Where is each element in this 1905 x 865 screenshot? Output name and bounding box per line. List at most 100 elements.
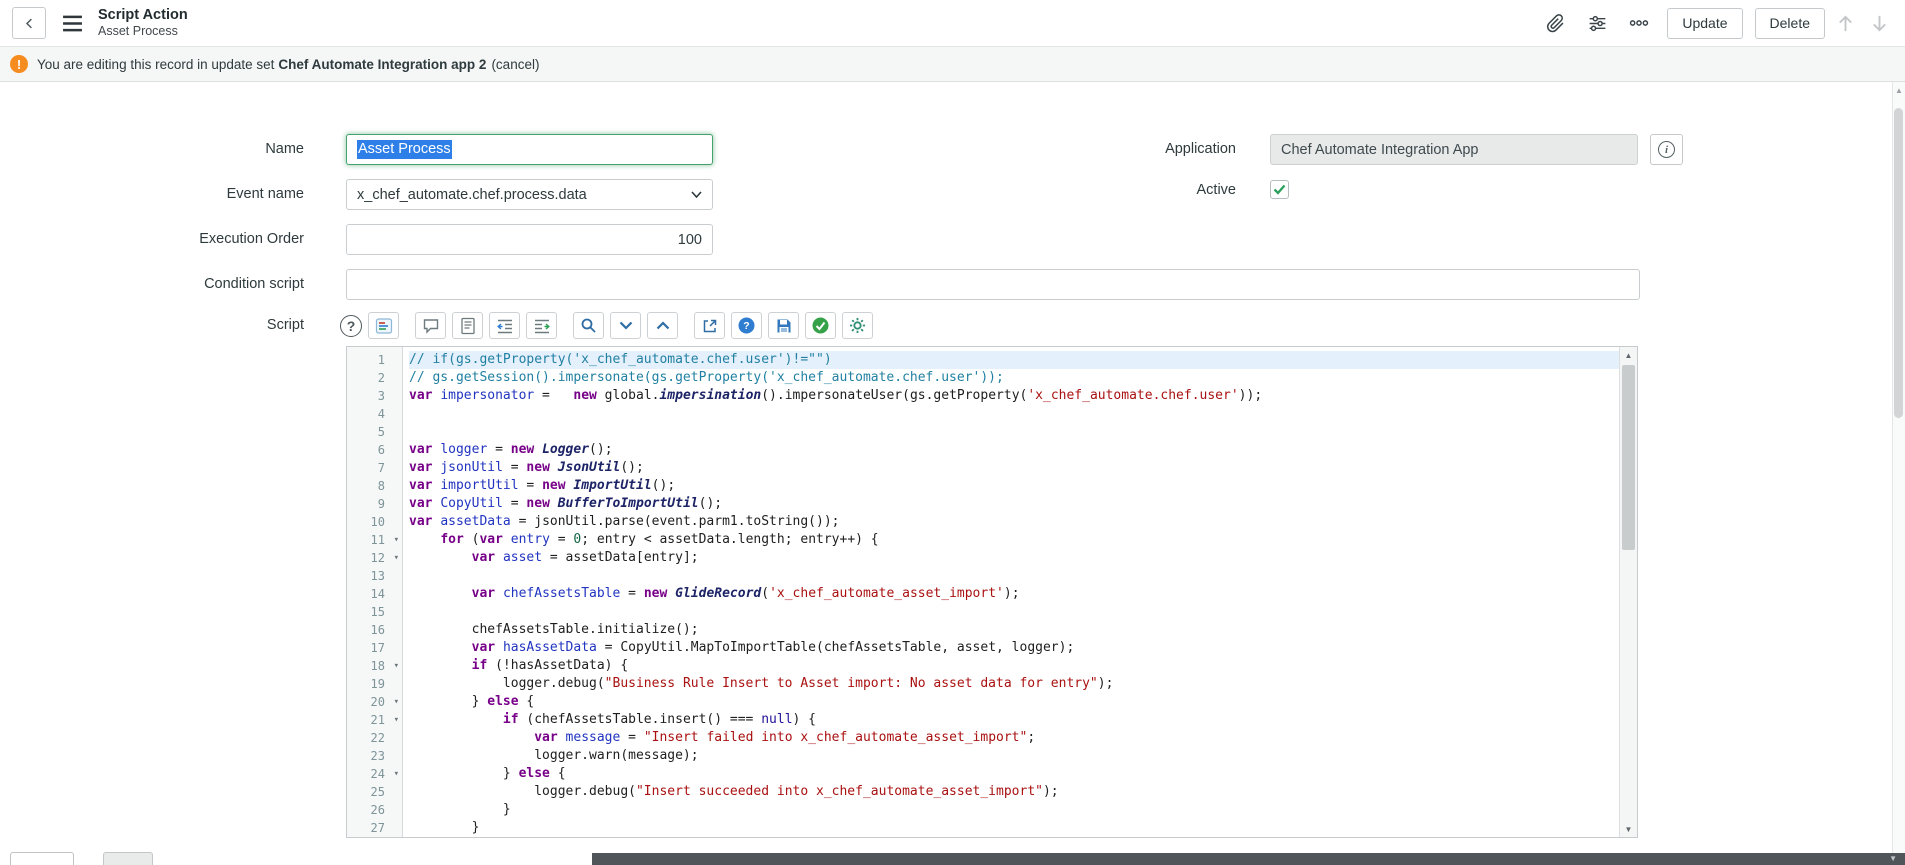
code-line[interactable]: var impersonator = new global.impersinat…	[409, 387, 1619, 405]
toggle-comment-icon[interactable]	[415, 312, 446, 339]
code-line[interactable]: var jsonUtil = new JsonUtil();	[409, 459, 1619, 477]
gutter-line-number[interactable]: 22	[347, 729, 402, 747]
indent-right-icon[interactable]	[526, 312, 557, 339]
syntax-check-icon[interactable]	[805, 312, 836, 339]
code-line[interactable]: logger.warn(message);	[409, 747, 1619, 765]
code-line[interactable]: var asset = assetData[entry];	[409, 549, 1619, 567]
form-settings-icon[interactable]	[1581, 8, 1613, 38]
gutter-line-number[interactable]: 10	[347, 513, 402, 531]
delete-button[interactable]: Delete	[1755, 8, 1825, 39]
gutter-line-number[interactable]: 24▾	[347, 765, 402, 783]
code-line[interactable]: var importUtil = new ImportUtil();	[409, 477, 1619, 495]
gutter-line-number[interactable]: 1	[347, 351, 402, 369]
code-line[interactable]: } else {	[409, 693, 1619, 711]
gutter-line-number[interactable]: 4	[347, 405, 402, 423]
fold-toggle-icon[interactable]: ▾	[394, 531, 399, 549]
code-line[interactable]: var chefAssetsTable = new GlideRecord('x…	[409, 585, 1619, 603]
search-icon[interactable]	[573, 312, 604, 339]
event-name-select[interactable]: x_chef_automate.chef.process.data	[346, 179, 713, 210]
page-scrollbar[interactable]: ▲	[1892, 82, 1905, 865]
scroll-down-icon[interactable]: ▼	[1620, 821, 1637, 837]
bottom-scroll-down-icon[interactable]: ▼	[1889, 853, 1897, 865]
gutter-line-number[interactable]: 20▾	[347, 693, 402, 711]
fold-toggle-icon[interactable]: ▾	[394, 693, 399, 711]
code-line[interactable]	[409, 423, 1619, 441]
gutter-line-number[interactable]: 26	[347, 801, 402, 819]
fold-toggle-icon[interactable]: ▾	[394, 711, 399, 729]
editor-scrollbar-thumb[interactable]	[1622, 365, 1635, 550]
code-line[interactable]	[409, 567, 1619, 585]
code-line[interactable]: chefAssetsTable.initialize();	[409, 621, 1619, 639]
gutter-line-number[interactable]: 17	[347, 639, 402, 657]
code-line[interactable]: }	[409, 801, 1619, 819]
fold-toggle-icon[interactable]: ▾	[394, 657, 399, 675]
code-line[interactable]: var CopyUtil = new BufferToImportUtil();	[409, 495, 1619, 513]
code-line[interactable]: // if(gs.getProperty('x_chef_automate.ch…	[409, 351, 1619, 369]
cancel-link[interactable]: (cancel)	[491, 57, 539, 72]
gutter-line-number[interactable]: 13	[347, 567, 402, 585]
gutter-line-number[interactable]: 15	[347, 603, 402, 621]
previous-record-icon[interactable]	[1831, 8, 1859, 38]
gutter-line-number[interactable]: 2	[347, 369, 402, 387]
gutter-line-number[interactable]: 3	[347, 387, 402, 405]
gutter-line-number[interactable]: 11▾	[347, 531, 402, 549]
execution-order-input[interactable]	[346, 224, 713, 255]
code-line[interactable]: var assetData = jsonUtil.parse(event.par…	[409, 513, 1619, 531]
open-in-new-window-icon[interactable]	[694, 312, 725, 339]
page-scrollbar-thumb[interactable]	[1894, 108, 1903, 418]
back-button[interactable]	[12, 7, 46, 39]
gutter-line-number[interactable]: 21▾	[347, 711, 402, 729]
find-next-icon[interactable]	[610, 312, 641, 339]
code-line[interactable]: } else {	[409, 765, 1619, 783]
code-line[interactable]: logger.debug("Insert succeeded into x_ch…	[409, 783, 1619, 801]
gutter-line-number[interactable]: 14	[347, 585, 402, 603]
gutter-line-number[interactable]: 23	[347, 747, 402, 765]
code-line[interactable]: var hasAssetData = CopyUtil.MapToImportT…	[409, 639, 1619, 657]
bottom-delete-button[interactable]	[103, 852, 153, 865]
format-code-icon[interactable]	[452, 312, 483, 339]
code-line[interactable]	[409, 603, 1619, 621]
editor-scrollbar[interactable]: ▲ ▼	[1619, 347, 1637, 837]
condition-script-input[interactable]	[346, 269, 1640, 300]
gutter-line-number[interactable]: 8	[347, 477, 402, 495]
name-input[interactable]: Asset Process	[346, 134, 713, 165]
syntax-highlight-toggle-icon[interactable]	[368, 312, 399, 339]
find-previous-icon[interactable]	[647, 312, 678, 339]
gutter-line-number[interactable]: 19	[347, 675, 402, 693]
active-checkbox[interactable]	[1270, 180, 1289, 199]
gutter-line-number[interactable]: 25	[347, 783, 402, 801]
script-assistant-icon[interactable]	[842, 312, 873, 339]
code-line[interactable]: if (chefAssetsTable.insert() === null) {	[409, 711, 1619, 729]
bottom-update-button[interactable]	[10, 852, 74, 865]
gutter-line-number[interactable]: 6	[347, 441, 402, 459]
code-line[interactable]: if (!hasAssetData) {	[409, 657, 1619, 675]
api-help-icon[interactable]: ?	[731, 312, 762, 339]
code-line[interactable]: }	[409, 819, 1619, 837]
save-icon[interactable]	[768, 312, 799, 339]
gutter-line-number[interactable]: 12▾	[347, 549, 402, 567]
code-line[interactable]: logger.debug("Business Rule Insert to As…	[409, 675, 1619, 693]
script-code-editor[interactable]: 1234567891011▾12▾131415161718▾1920▾21▾22…	[346, 346, 1638, 838]
code-line[interactable]: // gs.getSession().impersonate(gs.getPro…	[409, 369, 1619, 387]
editor-code[interactable]: // if(gs.getProperty('x_chef_automate.ch…	[403, 347, 1619, 837]
gutter-line-number[interactable]: 16	[347, 621, 402, 639]
application-info-button[interactable]: i	[1650, 134, 1683, 165]
code-line[interactable]	[409, 405, 1619, 423]
gutter-line-number[interactable]: 5	[347, 423, 402, 441]
more-options-icon[interactable]	[1623, 8, 1655, 38]
fold-toggle-icon[interactable]: ▾	[394, 765, 399, 783]
code-line[interactable]: var message = "Insert failed into x_chef…	[409, 729, 1619, 747]
page-scroll-up-icon[interactable]: ▲	[1893, 86, 1905, 95]
update-button[interactable]: Update	[1667, 8, 1742, 39]
menu-icon[interactable]	[58, 9, 86, 37]
gutter-line-number[interactable]: 27	[347, 819, 402, 837]
gutter-line-number[interactable]: 18▾	[347, 657, 402, 675]
next-record-icon[interactable]	[1865, 8, 1893, 38]
scroll-up-icon[interactable]: ▲	[1620, 347, 1637, 363]
gutter-line-number[interactable]: 7	[347, 459, 402, 477]
indent-left-icon[interactable]	[489, 312, 520, 339]
attachment-icon[interactable]	[1539, 8, 1571, 38]
help-icon[interactable]: ?	[340, 315, 362, 337]
gutter-line-number[interactable]: 9	[347, 495, 402, 513]
fold-toggle-icon[interactable]: ▾	[394, 549, 399, 567]
